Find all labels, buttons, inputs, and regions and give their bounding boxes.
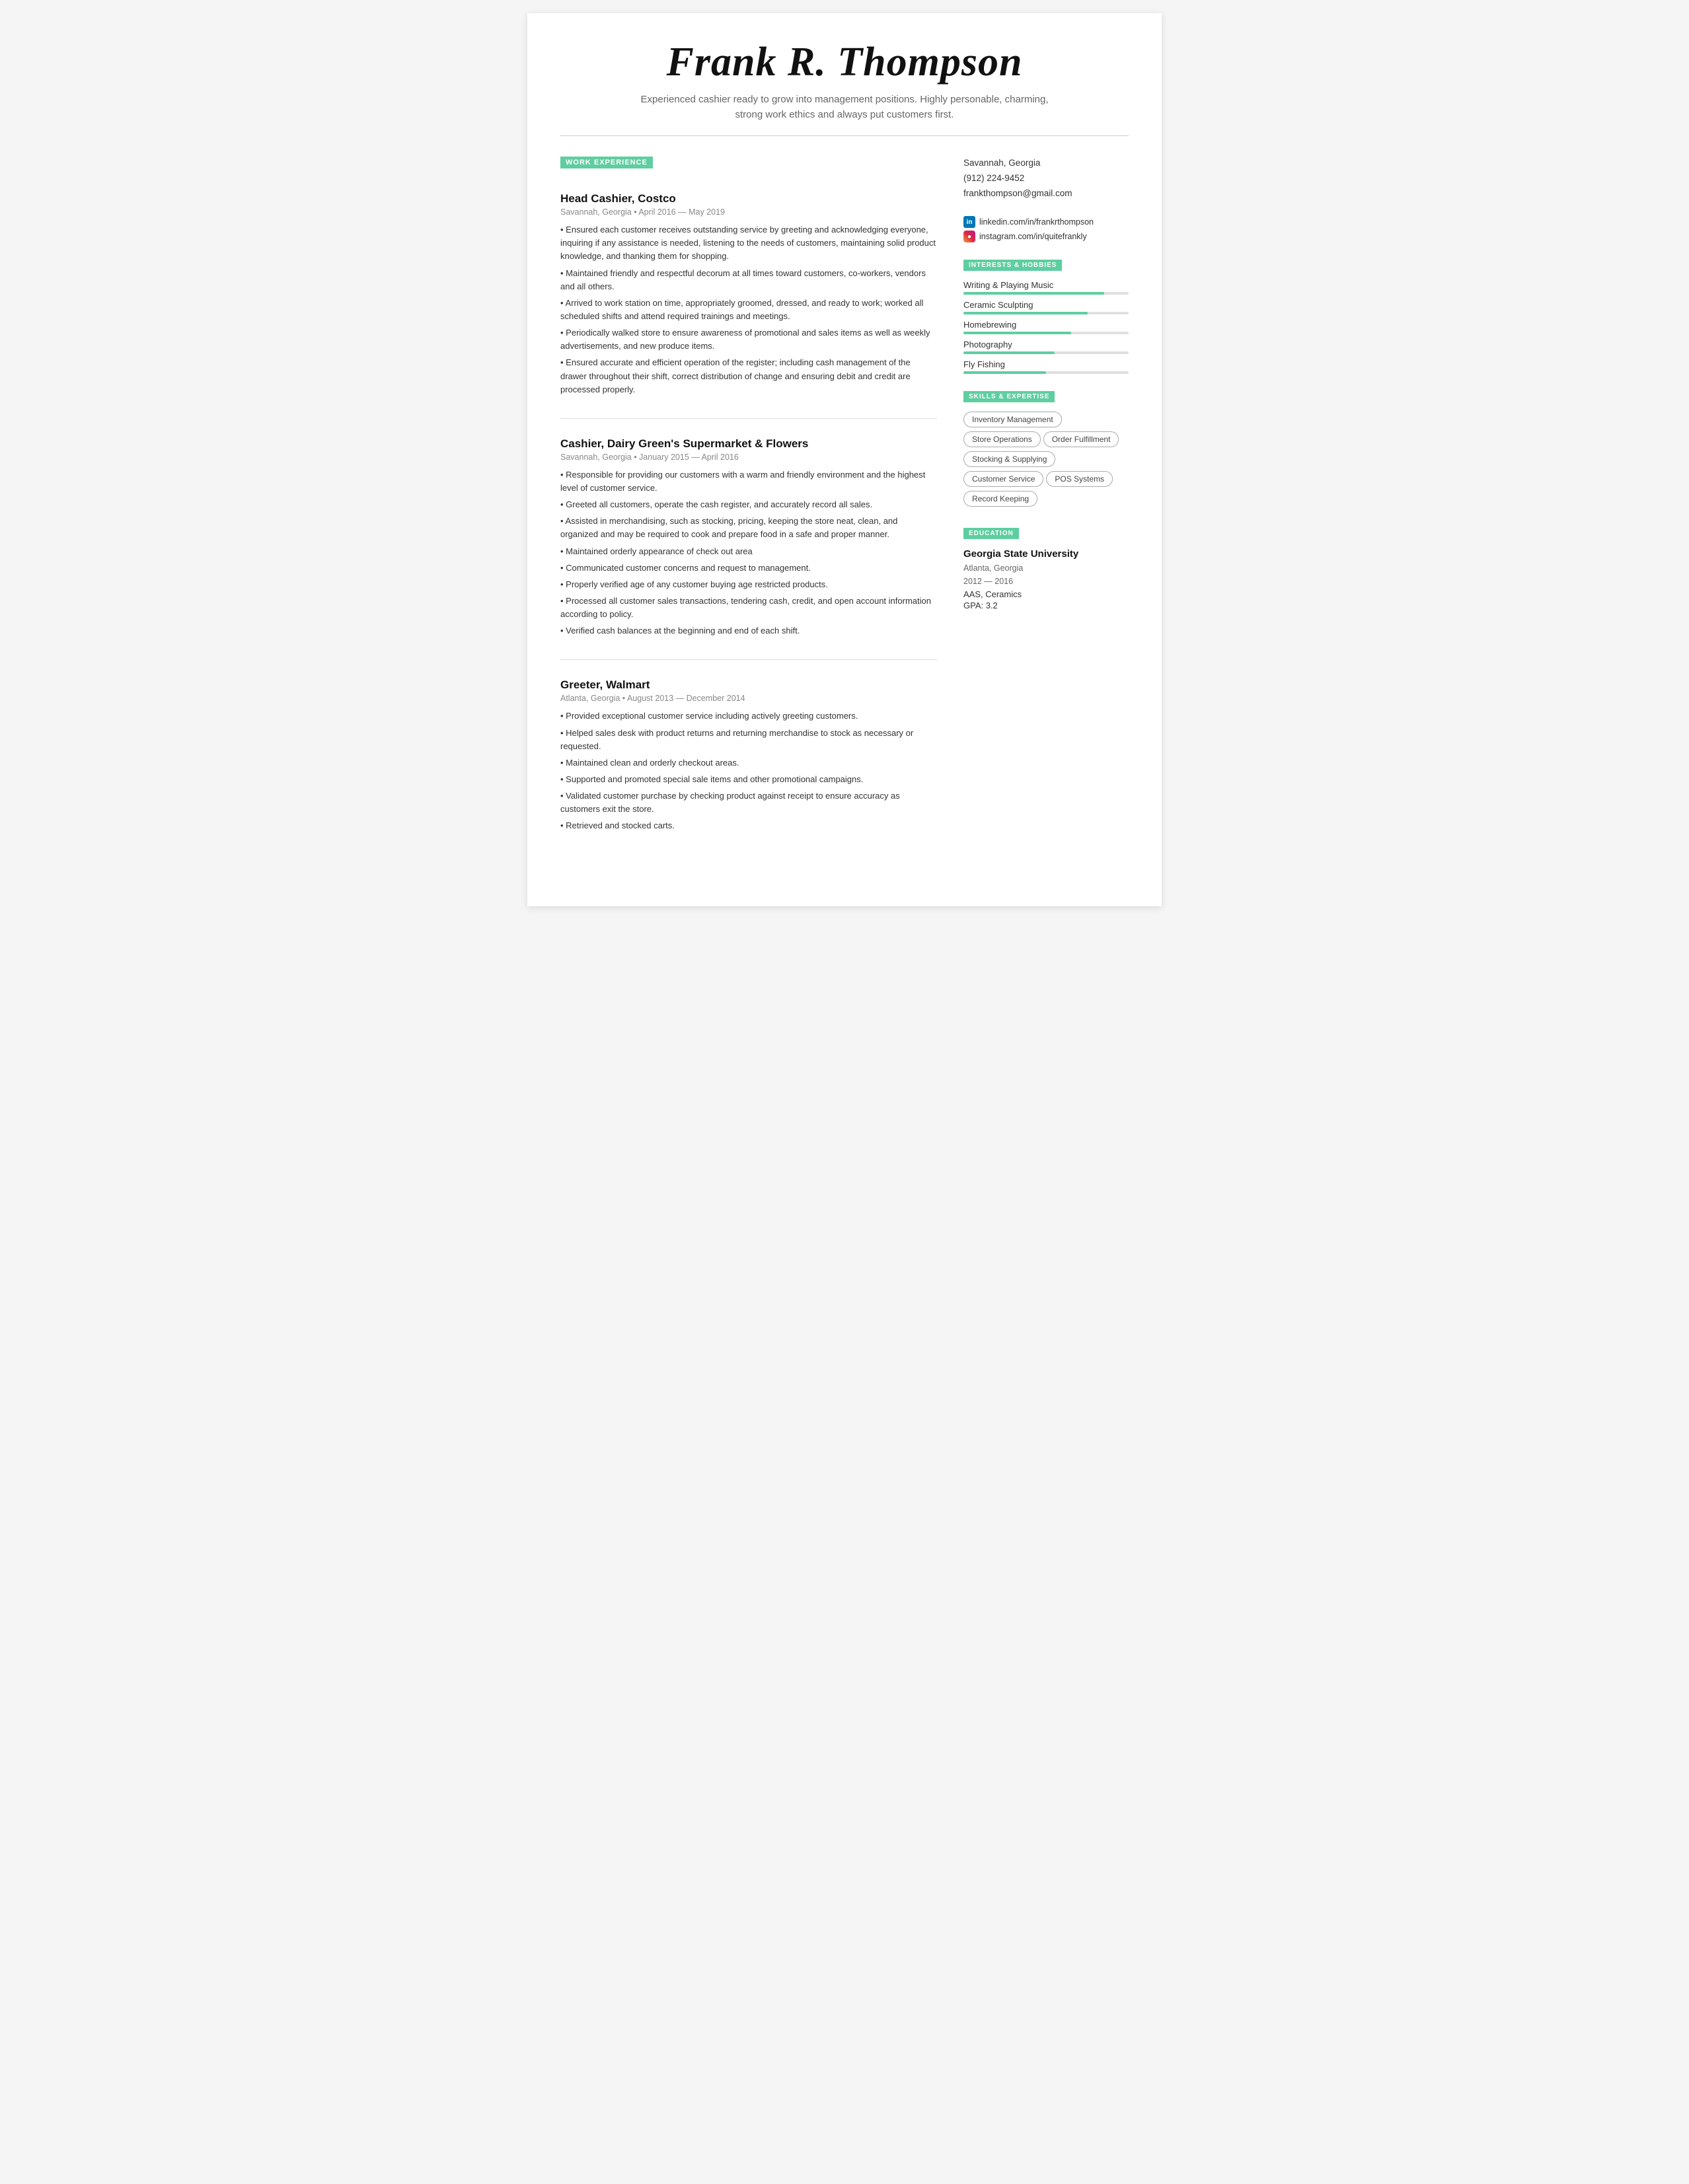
- interest-item: Homebrewing: [963, 320, 1129, 334]
- skill-tag: Record Keeping: [963, 491, 1037, 507]
- edu-location: Atlanta, Georgia: [963, 562, 1129, 575]
- edu-school: Georgia State University: [963, 548, 1129, 560]
- interest-bar-fill: [963, 332, 1071, 334]
- job-title: Greeter, Walmart: [560, 678, 937, 692]
- interest-bar-background: [963, 292, 1129, 295]
- linkedin-icon: in: [963, 216, 975, 228]
- resume-document: Frank R. Thompson Experienced cashier re…: [527, 13, 1162, 906]
- job-bullet: • Ensured accurate and efficient operati…: [560, 356, 937, 396]
- job-title: Head Cashier, Costco: [560, 192, 937, 205]
- skill-tag: POS Systems: [1046, 471, 1113, 487]
- job-bullet: • Arrived to work station on time, appro…: [560, 297, 937, 323]
- job-bullet: • Validated customer purchase by checkin…: [560, 789, 937, 816]
- interest-bar-background: [963, 371, 1129, 374]
- linkedin-link: in linkedin.com/in/frankrthompson: [963, 216, 1129, 228]
- main-content: WORK EXPERIENCE Head Cashier, Costco Sava…: [560, 156, 1129, 873]
- skills-list: Inventory Management Store OperationsOrde…: [963, 412, 1129, 511]
- contact-info: Savannah, Georgia (912) 224-9452 frankth…: [963, 156, 1129, 201]
- job-bullets: • Responsible for providing our customer…: [560, 468, 937, 638]
- education-section: EDUCATION Georgia State University Atlan…: [963, 527, 1129, 610]
- interests-list: Writing & Playing Music Ceramic Sculpting…: [963, 280, 1129, 374]
- resume-header: Frank R. Thompson Experienced cashier re…: [560, 40, 1129, 136]
- left-column: WORK EXPERIENCE Head Cashier, Costco Sava…: [560, 156, 937, 873]
- linkedin-url: linkedin.com/in/frankrthompson: [979, 217, 1094, 227]
- job-item: Head Cashier, Costco Savannah, Georgia • …: [560, 192, 937, 419]
- instagram-icon: ●: [963, 231, 975, 242]
- interest-item: Ceramic Sculpting: [963, 300, 1129, 314]
- job-meta: Atlanta, Georgia • August 2013 — Decembe…: [560, 694, 937, 703]
- skill-tag: Order Fulfillment: [1043, 431, 1119, 447]
- interest-bar-fill: [963, 351, 1055, 354]
- candidate-name: Frank R. Thompson: [560, 40, 1129, 85]
- instagram-link: ● instagram.com/in/quitefrankly: [963, 231, 1129, 242]
- interest-bar-background: [963, 312, 1129, 314]
- edu-degree: AAS, Ceramics: [963, 589, 1129, 599]
- job-bullet: • Responsible for providing our customer…: [560, 468, 937, 495]
- job-meta: Savannah, Georgia • January 2015 — April…: [560, 453, 937, 462]
- edu-gpa: GPA: 3.2: [963, 601, 1129, 610]
- skill-tag: Stocking & Supplying: [963, 451, 1055, 467]
- interest-bar-fill: [963, 371, 1046, 374]
- job-bullet: • Maintained orderly appearance of check…: [560, 545, 937, 558]
- interest-name: Writing & Playing Music: [963, 280, 1129, 290]
- skill-tag: Inventory Management: [963, 412, 1062, 427]
- interest-item: Fly Fishing: [963, 359, 1129, 374]
- interest-name: Ceramic Sculpting: [963, 300, 1129, 310]
- candidate-tagline: Experienced cashier ready to grow into m…: [633, 92, 1056, 122]
- job-title: Cashier, Dairy Green's Supermarket & Flo…: [560, 437, 937, 451]
- interest-bar-fill: [963, 292, 1104, 295]
- interest-name: Fly Fishing: [963, 359, 1129, 369]
- interest-bar-fill: [963, 312, 1088, 314]
- interest-item: Photography: [963, 340, 1129, 354]
- job-item: Cashier, Dairy Green's Supermarket & Flo…: [560, 437, 937, 661]
- interest-bar-background: [963, 351, 1129, 354]
- job-bullet: • Assisted in merchandising, such as sto…: [560, 515, 937, 541]
- instagram-url: instagram.com/in/quitefrankly: [979, 232, 1087, 241]
- job-item: Greeter, Walmart Atlanta, Georgia • Augus…: [560, 678, 937, 854]
- jobs-list: Head Cashier, Costco Savannah, Georgia • …: [560, 192, 937, 854]
- job-bullet: • Periodically walked store to ensure aw…: [560, 326, 937, 353]
- interests-label: INTERESTS & HOBBIES: [963, 260, 1062, 271]
- social-links: in linkedin.com/in/frankrthompson ● inst…: [963, 216, 1129, 242]
- edu-years: 2012 — 2016: [963, 575, 1129, 588]
- interest-name: Photography: [963, 340, 1129, 349]
- job-meta: Savannah, Georgia • April 2016 — May 201…: [560, 207, 937, 217]
- skills-section: SKILLS & EXPERTISE Inventory Management S…: [963, 390, 1129, 511]
- job-bullet: • Supported and promoted special sale it…: [560, 773, 937, 786]
- job-bullet: • Properly verified age of any customer …: [560, 578, 937, 591]
- right-column: Savannah, Georgia (912) 224-9452 frankth…: [963, 156, 1129, 873]
- job-bullet: • Verified cash balances at the beginnin…: [560, 624, 937, 637]
- skills-label: SKILLS & EXPERTISE: [963, 391, 1055, 402]
- skill-tag: Customer Service: [963, 471, 1043, 487]
- skill-tag: Store Operations: [963, 431, 1041, 447]
- job-bullet: • Processed all customer sales transacti…: [560, 595, 937, 621]
- contact-location: Savannah, Georgia: [963, 156, 1129, 171]
- contact-phone: (912) 224-9452: [963, 171, 1129, 186]
- job-bullet: • Communicated customer concerns and req…: [560, 562, 937, 575]
- contact-email: frankthompson@gmail.com: [963, 186, 1129, 201]
- interests-section: INTERESTS & HOBBIES Writing & Playing Mu…: [963, 258, 1129, 374]
- interest-item: Writing & Playing Music: [963, 280, 1129, 295]
- education-label: EDUCATION: [963, 528, 1019, 539]
- job-bullet: • Maintained clean and orderly checkout …: [560, 756, 937, 770]
- job-bullet: • Retrieved and stocked carts.: [560, 819, 937, 832]
- job-bullet: • Maintained friendly and respectful dec…: [560, 267, 937, 293]
- interest-bar-background: [963, 332, 1129, 334]
- job-bullet: • Helped sales desk with product returns…: [560, 727, 937, 753]
- job-bullets: • Provided exceptional customer service …: [560, 710, 937, 832]
- job-bullets: • Ensured each customer receives outstan…: [560, 223, 937, 396]
- job-bullet: • Ensured each customer receives outstan…: [560, 223, 937, 263]
- job-bullet: • Greeted all customers, operate the cas…: [560, 498, 937, 511]
- interest-name: Homebrewing: [963, 320, 1129, 330]
- job-bullet: • Provided exceptional customer service …: [560, 710, 937, 723]
- work-experience-label: WORK EXPERIENCE: [560, 157, 653, 168]
